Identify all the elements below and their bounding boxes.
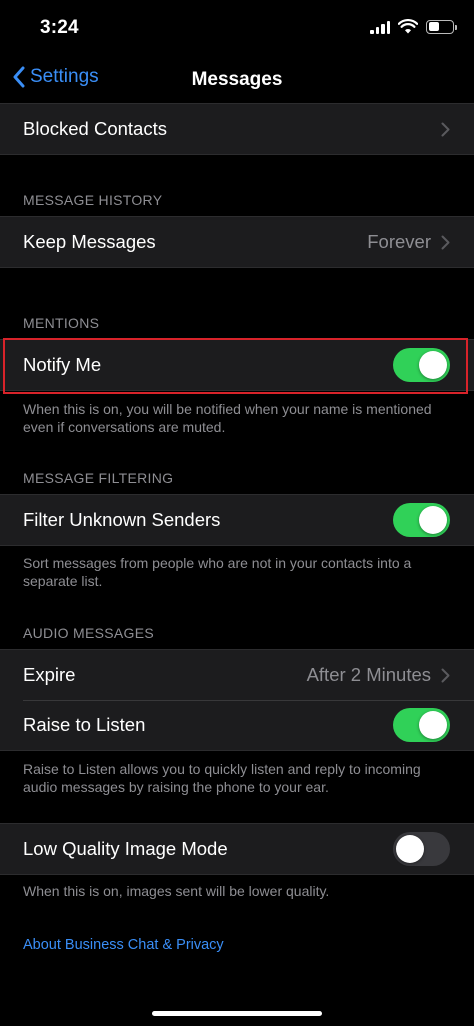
filter-unknown-senders-toggle[interactable] [393, 503, 450, 537]
message-history-group: Keep Messages Forever [0, 216, 474, 268]
toggle-knob [419, 711, 447, 739]
section-header-audio-messages: AUDIO MESSAGES [23, 625, 155, 641]
keep-messages-label: Keep Messages [23, 231, 156, 252]
toggle-knob [396, 835, 424, 863]
expire-label: Expire [23, 664, 76, 685]
blocked-contacts-label: Blocked Contacts [23, 118, 167, 139]
chevron-right-icon [441, 122, 450, 137]
low-quality-image-mode-toggle[interactable] [393, 832, 450, 866]
wifi-icon [398, 19, 418, 34]
status-bar: 3:24 [0, 0, 474, 56]
chevron-right-icon [441, 668, 450, 683]
notify-me-toggle[interactable] [393, 348, 450, 382]
messages-settings-screen: 3:24 Settings Messages Blocked Contacts … [0, 0, 474, 1026]
audio-messages-group: Expire After 2 Minutes Raise to Listen [0, 649, 474, 751]
audio-messages-footer: Raise to Listen allows you to quickly li… [23, 761, 421, 795]
battery-fill [428, 22, 439, 31]
status-icons [370, 19, 457, 34]
section-header-message-history: MESSAGE HISTORY [23, 192, 163, 208]
page-title: Messages [191, 69, 283, 90]
chevron-right-icon [441, 235, 450, 250]
mentions-group: Notify Me [0, 339, 474, 391]
navigation-bar: Settings Messages [0, 56, 474, 106]
expire-cell[interactable]: Expire After 2 Minutes [0, 650, 474, 700]
notify-me-label: Notify Me [23, 354, 102, 375]
mentions-footer: When this is on, you will be notified wh… [23, 401, 432, 435]
notify-me-cell: Notify Me [0, 340, 474, 390]
cellular-signal-icon [370, 20, 390, 34]
home-indicator[interactable] [152, 1011, 322, 1016]
status-time: 3:24 [40, 17, 79, 38]
filter-unknown-senders-cell: Filter Unknown Senders [0, 495, 474, 545]
low-quality-image-mode-cell: Low Quality Image Mode [0, 824, 474, 874]
keep-messages-cell[interactable]: Keep Messages Forever [0, 217, 474, 267]
low-quality-footer: When this is on, images sent will be low… [23, 883, 330, 899]
message-filtering-footer: Sort messages from people who are not in… [23, 555, 412, 589]
section-header-message-filtering: MESSAGE FILTERING [23, 470, 174, 486]
filter-unknown-senders-label: Filter Unknown Senders [23, 509, 221, 530]
about-business-chat-link[interactable]: About Business Chat & Privacy [23, 937, 224, 953]
section-header-mentions: MENTIONS [23, 315, 100, 331]
low-quality-image-mode-label: Low Quality Image Mode [23, 838, 228, 859]
toggle-knob [419, 506, 447, 534]
raise-to-listen-label: Raise to Listen [23, 714, 146, 735]
blocked-group: Blocked Contacts [0, 103, 474, 155]
raise-to-listen-toggle[interactable] [393, 708, 450, 742]
toggle-knob [419, 351, 447, 379]
battery-icon [426, 19, 457, 34]
low-quality-group: Low Quality Image Mode [0, 823, 474, 875]
blocked-contacts-cell[interactable]: Blocked Contacts [0, 104, 474, 154]
message-filtering-group: Filter Unknown Senders [0, 494, 474, 546]
expire-value: After 2 Minutes [306, 664, 431, 685]
raise-to-listen-cell: Raise to Listen [0, 700, 474, 750]
keep-messages-value: Forever [367, 231, 431, 252]
